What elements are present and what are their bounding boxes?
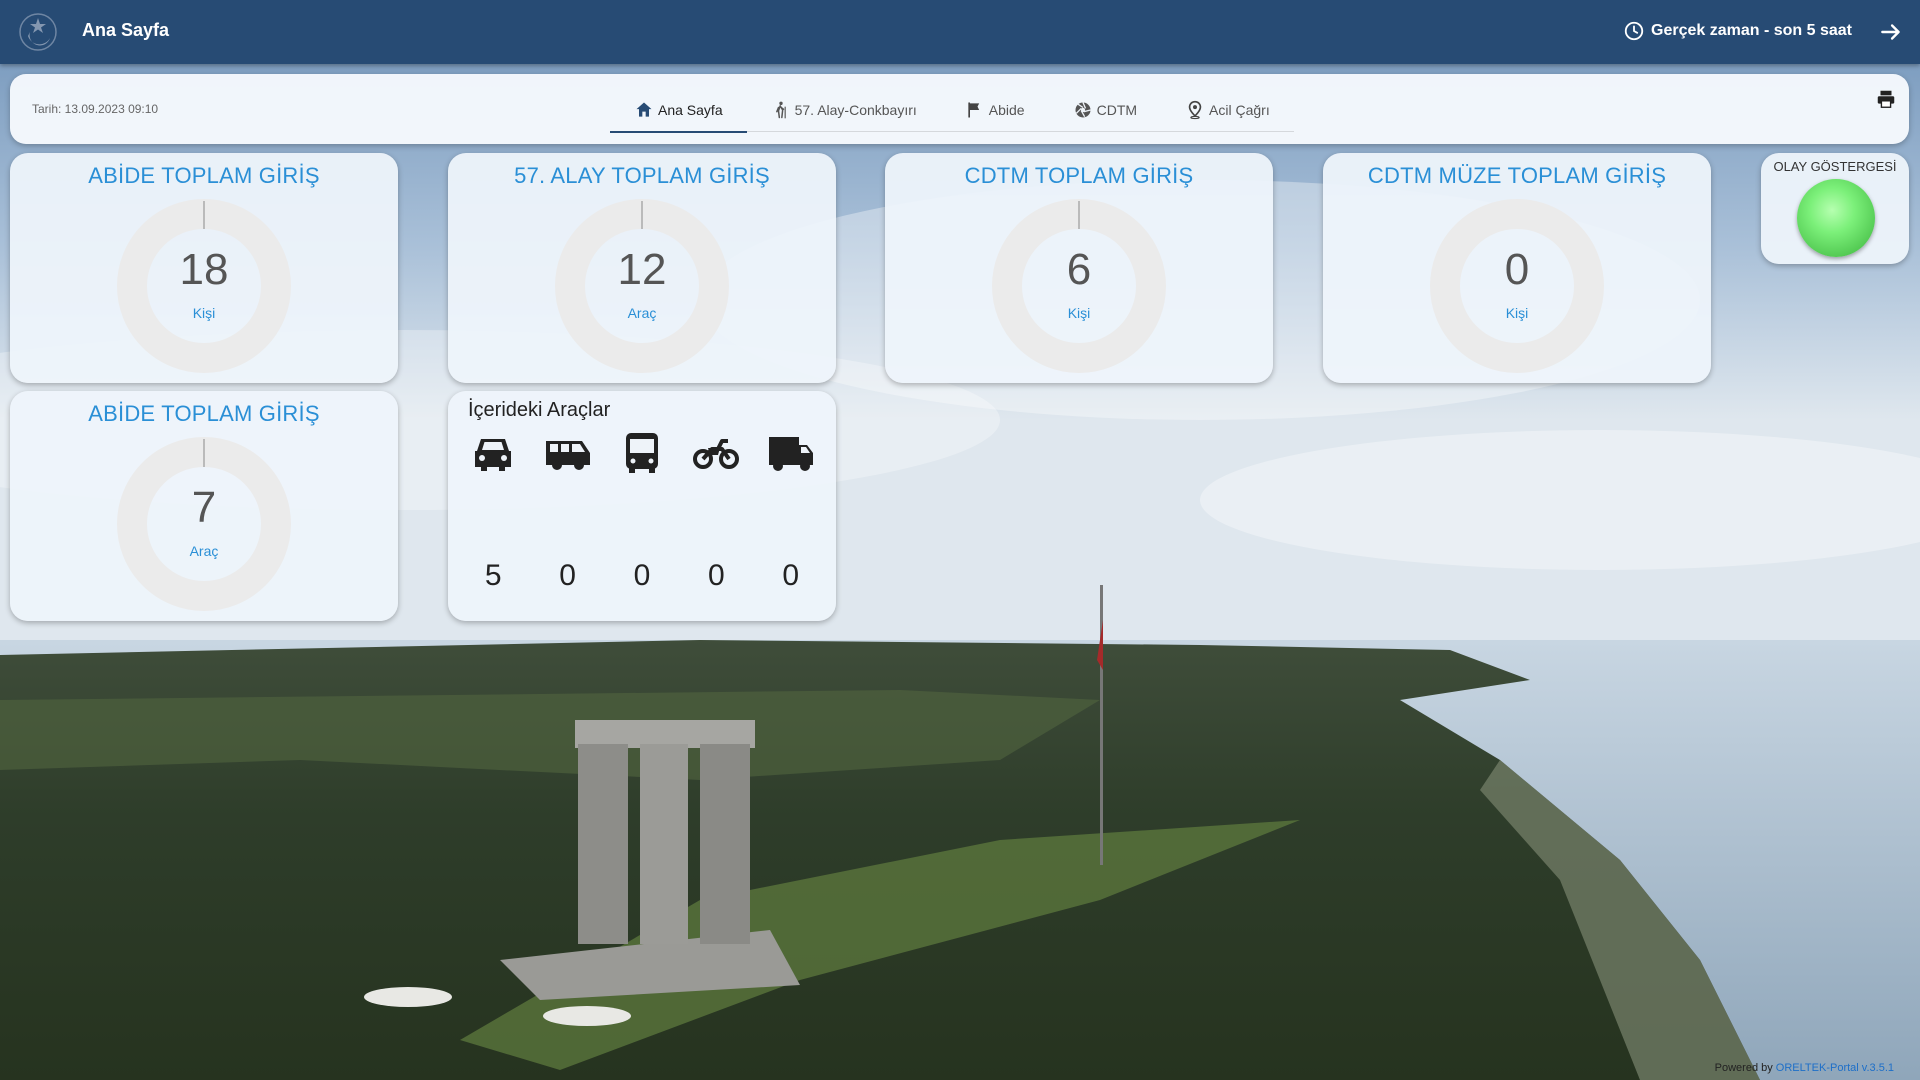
metric-title: ABİDE TOPLAM GİRİŞ <box>88 163 320 188</box>
time-range-label: Gerçek zaman - son 5 saat <box>1651 22 1852 39</box>
nav-card: Tarih: 13.09.2023 09:10 Ana Sayfa 57. Al… <box>10 74 1909 144</box>
metric-card-cdtm-muze: CDTM MÜZE TOPLAM GİRİŞ 0 Kişi <box>1323 153 1711 383</box>
metric-unit: Kişi <box>1067 305 1091 321</box>
vehicle-icons-row <box>448 431 836 475</box>
page-title: Ana Sayfa <box>82 20 170 40</box>
footer-link[interactable]: ORELTEK-Portal v.3.5.1 <box>1776 1062 1894 1074</box>
metric-unit: Kişi <box>192 305 216 321</box>
tab-label: Ana Sayfa <box>658 102 723 118</box>
metric-card-abide-arac: ABİDE TOPLAM GİRİŞ 7 Araç <box>10 391 398 621</box>
metric-title: CDTM MÜZE TOPLAM GİRİŞ <box>1367 163 1667 188</box>
tab-cdtm[interactable]: CDTM <box>1049 88 1161 132</box>
motorcycle-count: 0 <box>708 559 725 592</box>
footer-prefix: Powered by <box>1714 1062 1773 1074</box>
metric-card-alay-arac: 57. ALAY TOPLAM GİRİŞ 12 Araç <box>448 153 836 383</box>
status-light <box>1797 179 1875 257</box>
motorcycle-icon <box>693 439 740 469</box>
tab-bar: Ana Sayfa 57. Alay-Conkbayırı Abide CDTM… <box>610 88 1294 133</box>
metric-value: 7 <box>191 483 217 532</box>
truck-icon <box>768 437 813 471</box>
tab-acil-cagri[interactable]: Acil Çağrı <box>1161 88 1294 132</box>
arrow-right-icon[interactable] <box>1878 19 1904 45</box>
indicator-title: OLAY GÖSTERGESİ <box>1773 159 1897 174</box>
metric-title: CDTM TOPLAM GİRİŞ <box>964 163 1194 188</box>
tab-abide[interactable]: Abide <box>941 88 1049 132</box>
vehicles-title: İçerideki Araçlar <box>468 399 611 421</box>
metric-value: 0 <box>1504 245 1530 294</box>
time-range-picker[interactable]: Gerçek zaman - son 5 saat <box>1623 20 1852 42</box>
tab-label: CDTM <box>1096 102 1138 118</box>
top-bar: Ana Sayfa Gerçek zaman - son 5 saat <box>0 0 1920 64</box>
print-icon[interactable] <box>1875 88 1897 110</box>
vehicle-counts-row: 5 0 0 0 0 <box>448 559 836 593</box>
metric-card-abide-kisi: ABİDE TOPLAM GİRİŞ 18 Kişi <box>10 153 398 383</box>
tab-label: 57. Alay-Conkbayırı <box>794 102 917 118</box>
metric-card-cdtm: CDTM TOPLAM GİRİŞ 6 Kişi <box>885 153 1273 383</box>
date-label: Tarih: 13.09.2023 09:10 <box>32 102 159 116</box>
tab-alay-conkbayiri[interactable]: 57. Alay-Conkbayırı <box>747 88 941 132</box>
crescent-star-logo-icon <box>18 12 58 52</box>
metric-value: 6 <box>1066 245 1092 294</box>
metric-title: 57. ALAY TOPLAM GİRİŞ <box>514 163 770 188</box>
bus-icon <box>625 433 658 473</box>
flag-icon <box>968 102 979 118</box>
metric-unit: Araç <box>627 305 657 321</box>
van-count: 0 <box>559 559 576 592</box>
metric-title: ABİDE TOPLAM GİRİŞ <box>88 401 320 426</box>
home-icon <box>636 102 652 117</box>
metric-unit: Kişi <box>1505 305 1529 321</box>
tab-label: Abide <box>988 102 1025 118</box>
bus-count: 0 <box>633 559 651 592</box>
location-pin-icon <box>1188 100 1202 120</box>
van-icon <box>545 441 590 470</box>
tab-label: Acil Çağrı <box>1209 102 1270 118</box>
vehicles-inside-card: İçerideki Araçlar 5 0 0 0 0 <box>448 391 836 621</box>
truck-count: 0 <box>782 559 800 592</box>
car-count: 5 <box>484 559 502 592</box>
tab-ana-sayfa[interactable]: Ana Sayfa <box>610 88 747 133</box>
car-icon <box>475 439 512 471</box>
metric-value: 12 <box>617 245 667 294</box>
footer: Powered by ORELTEK-Portal v.3.5.1 <box>1715 1062 1894 1074</box>
metric-value: 18 <box>179 245 229 294</box>
clock-icon <box>1624 21 1644 41</box>
aperture-icon <box>1075 102 1091 118</box>
event-indicator-card: OLAY GÖSTERGESİ <box>1761 153 1909 264</box>
hiker-icon <box>775 101 786 119</box>
metric-unit: Araç <box>189 543 219 559</box>
